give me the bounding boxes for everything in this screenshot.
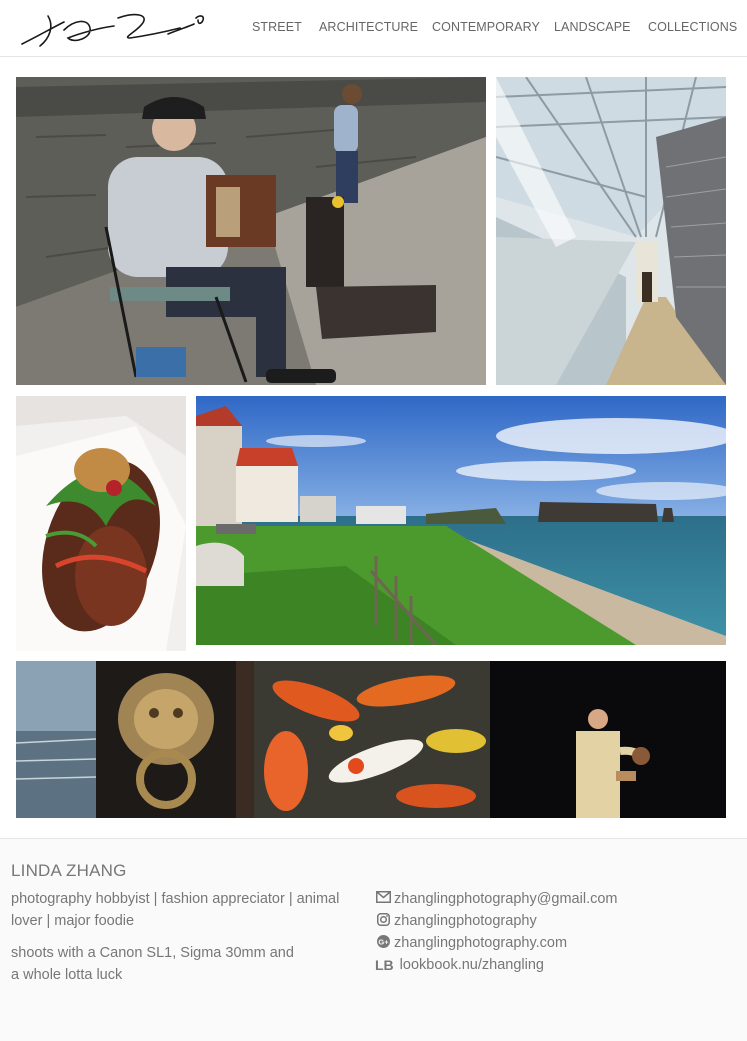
main-nav: STREET ARCHITECTURE CONTEMPORARY LANDSCA… — [0, 20, 747, 36]
photo-collage[interactable] — [16, 661, 726, 818]
photo-food-wrap[interactable] — [16, 396, 186, 651]
author-name: LINDA ZHANG — [11, 861, 127, 880]
contact-website[interactable]: G+ zhanglingphotography.com — [375, 932, 567, 954]
contact-lookbook[interactable]: LB lookbook.nu/zhangling — [375, 954, 544, 976]
instagram-icon — [375, 912, 391, 930]
contact-instagram[interactable]: zhanglingphotography — [375, 910, 537, 932]
contact-email-text[interactable]: zhanglingphotography@gmail.com — [394, 891, 618, 907]
google-plus-icon: G+ — [375, 934, 391, 952]
nav-street[interactable]: STREET — [252, 20, 302, 34]
photo-glass-walkway[interactable] — [496, 77, 726, 385]
nav-collections[interactable]: COLLECTIONS — [648, 20, 737, 34]
nav-architecture[interactable]: ARCHITECTURE — [319, 20, 418, 34]
photo-street-musician[interactable] — [16, 77, 486, 385]
site-footer: LINDA ZHANG photography hobbyist | fashi… — [0, 838, 747, 1041]
contact-website-text[interactable]: zhanglingphotography.com — [394, 935, 567, 951]
photo-coastal-landscape[interactable] — [196, 396, 726, 645]
lookbook-icon: LB — [375, 957, 394, 973]
svg-text:G+: G+ — [378, 937, 389, 946]
bio-interests: photography hobbyist | fashion appreciat… — [11, 891, 340, 929]
nav-landscape[interactable]: LANDSCAPE — [554, 20, 631, 34]
site-header: STREET ARCHITECTURE CONTEMPORARY LANDSCA… — [0, 0, 747, 57]
envelope-icon — [375, 891, 391, 907]
bio-gear: shoots with a Canon SL1, Sigma 30mm and … — [11, 945, 294, 983]
contact-email[interactable]: zhanglingphotography@gmail.com — [375, 888, 618, 910]
nav-contemporary[interactable]: CONTEMPORARY — [432, 20, 540, 34]
contact-instagram-text[interactable]: zhanglingphotography — [394, 913, 537, 929]
contact-lookbook-text[interactable]: lookbook.nu/zhangling — [400, 957, 544, 973]
